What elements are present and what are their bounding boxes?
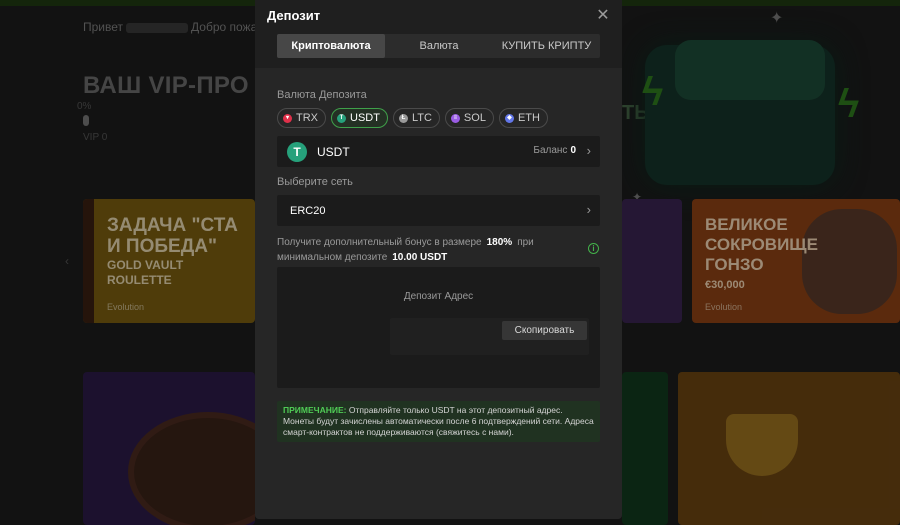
ltc-coin-icon: Ł — [398, 113, 408, 123]
bonus-text: минимальном депозите — [277, 252, 388, 263]
bonus-min-deposit: 10.00 USDT — [392, 252, 448, 263]
usdt-coin-icon: T — [287, 141, 307, 162]
chip-label: LTC — [411, 112, 432, 124]
sol-coin-icon: ≡ — [450, 113, 460, 123]
bonus-text: при — [517, 237, 534, 248]
balance-value: 0 — [570, 145, 576, 156]
usdt-coin-icon: T — [337, 113, 346, 123]
modal-header: Депозит ✕ — [255, 0, 622, 30]
network-label: Выберите сеть — [277, 176, 353, 188]
tab-crypto[interactable]: Криптовалюта — [277, 34, 385, 58]
close-icon[interactable]: ✕ — [595, 5, 611, 24]
currency-chip-eth[interactable]: ◆ ETH — [498, 108, 548, 128]
bonus-text: Получите дополнительный бонус в размере — [277, 237, 482, 248]
chip-label: SOL — [463, 112, 486, 124]
modal-title: Депозит — [267, 8, 321, 23]
deposit-modal: Депозит ✕ Криптовалюта Валюта КУПИТЬ КРИ… — [255, 0, 622, 519]
copy-address-button[interactable]: Скопировать — [502, 321, 587, 340]
network-value: ERC20 — [290, 204, 326, 217]
info-icon[interactable]: i — [588, 243, 599, 254]
bonus-info: Получите дополнительный бонус в размере 1… — [277, 235, 577, 265]
chip-label: USDT — [350, 112, 380, 124]
trx-coin-icon: ▾ — [283, 113, 292, 123]
eth-coin-icon: ◆ — [504, 113, 514, 123]
currency-chip-usdt[interactable]: T USDT — [331, 108, 388, 128]
currency-chips: ▾ TRX T USDT Ł LTC ≡ SOL ◆ ETH — [277, 108, 548, 128]
bonus-percent: 180% — [486, 237, 513, 248]
chip-label: ETH — [517, 112, 540, 124]
currency-chip-ltc[interactable]: Ł LTC — [392, 108, 440, 128]
deposit-address-box: Депозит Адрес Скопировать — [277, 267, 600, 388]
modal-body: Валюта Депозита ▾ TRX T USDT Ł LTC ≡ SOL… — [255, 68, 622, 519]
coin-balance: Баланс 0 — [533, 145, 576, 156]
tab-fiat[interactable]: Валюта — [385, 34, 493, 58]
chevron-right-icon: › — [586, 202, 591, 217]
coin-name: USDT — [317, 144, 350, 159]
currency-chip-sol[interactable]: ≡ SOL — [444, 108, 494, 128]
deposit-tabs: Криптовалюта Валюта КУПИТЬ КРИПТУ — [277, 34, 600, 58]
chip-label: TRX — [296, 112, 318, 124]
deposit-note: ПРИМЕЧАНИЕ: Отправляйте только USDT на э… — [277, 401, 600, 442]
note-key: ПРИМЕЧАНИЕ: — [283, 405, 347, 415]
deposit-address-label: Депозит Адрес — [403, 291, 474, 302]
tab-buy-crypto[interactable]: КУПИТЬ КРИПТУ — [493, 34, 600, 58]
balance-label: Баланс — [533, 145, 568, 156]
coin-selector[interactable]: T USDT Баланс 0 › — [277, 136, 600, 167]
currency-chip-trx[interactable]: ▾ TRX — [277, 108, 326, 128]
currency-label: Валюта Депозита — [277, 89, 367, 101]
network-selector[interactable]: ERC20 › — [277, 195, 600, 226]
chevron-right-icon: › — [586, 143, 591, 158]
